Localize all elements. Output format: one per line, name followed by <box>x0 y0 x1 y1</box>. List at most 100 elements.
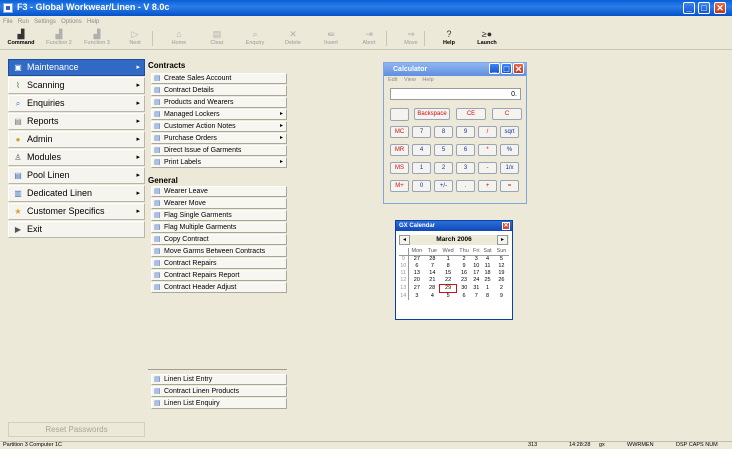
menu-item-customer-action-notes[interactable]: ▤ Customer Action Notes ▸ <box>151 121 287 132</box>
menu-item-flag-multiple-garments[interactable]: ▤ Flag Multiple Garments <box>151 222 287 233</box>
calendar-day[interactable]: 24 <box>471 277 481 285</box>
calendar-day[interactable]: 6 <box>457 293 472 301</box>
menu-options[interactable]: Options <box>61 17 82 27</box>
calendar-day[interactable]: 9 <box>457 263 472 270</box>
menu-settings[interactable]: Settings <box>34 17 56 27</box>
calculator-key-ce[interactable]: CE <box>456 108 486 120</box>
calendar-day[interactable]: 15 <box>439 270 456 277</box>
calculator-window[interactable]: Calculator _ □ ✕ Edit View Help 0. Backs… <box>383 62 527 204</box>
calendar-day[interactable]: 8 <box>481 293 494 301</box>
calendar-day[interactable]: 5 <box>439 293 456 301</box>
menu-item-move-garms-between-contracts[interactable]: ▤ Move Garms Between Contracts <box>151 246 287 257</box>
nav-admin[interactable]: ● Admin ▸ <box>8 131 145 148</box>
calendar-day[interactable]: 2 <box>494 285 509 293</box>
menu-item-contract-details[interactable]: ▤ Contract Details <box>151 85 287 96</box>
calendar-day[interactable]: 12 <box>494 263 509 270</box>
menu-item-copy-contract[interactable]: ▤ Copy Contract <box>151 234 287 245</box>
nav-exit[interactable]: ▶ Exit <box>8 221 145 238</box>
calendar-day[interactable]: 18 <box>481 270 494 277</box>
calculator-maximize-button[interactable]: □ <box>501 63 512 74</box>
nav-dedicated-linen[interactable]: ▥ Dedicated Linen ▸ <box>8 185 145 202</box>
calendar-day[interactable]: 21 <box>425 277 439 285</box>
toolbar-enquiry-button[interactable]: ⌕ Enquiry <box>236 29 274 49</box>
menu-file[interactable]: File <box>3 17 13 27</box>
calculator-menu-help[interactable]: Help <box>422 77 433 83</box>
calendar-day[interactable]: 7 <box>425 263 439 270</box>
calendar-day[interactable]: 19 <box>494 270 509 277</box>
calendar-day[interactable]: 27 <box>408 256 425 264</box>
calculator-key-4[interactable]: 4 <box>412 144 431 156</box>
menu-item-linen-list-entry[interactable]: ▤ Linen List Entry <box>151 374 287 385</box>
menu-item-contract-repairs-report[interactable]: ▤ Contract Repairs Report <box>151 270 287 281</box>
menu-item-linen-list-enquiry[interactable]: ▤ Linen List Enquiry <box>151 398 287 409</box>
calculator-key-op13[interactable]: * <box>478 144 497 156</box>
calendar-day[interactable]: 25 <box>481 277 494 285</box>
calendar-day[interactable]: 3 <box>471 256 481 264</box>
calculator-key-backspace[interactable]: Backspace <box>414 108 450 120</box>
calendar-day[interactable]: 22 <box>439 277 456 285</box>
toolbar-abort-button[interactable]: ⇥ Abort <box>350 29 388 49</box>
calendar-window[interactable]: GX Calendar ✕ ◂ March 2006 ▸ Mon Tue Wed Th… <box>395 220 513 320</box>
nav-maintenance[interactable]: ▣ Maintenance ▸ <box>8 59 145 76</box>
calendar-day[interactable]: 9 <box>494 293 509 301</box>
reset-passwords-button[interactable]: Reset Passwords <box>8 422 145 437</box>
calendar-day[interactable]: 16 <box>457 270 472 277</box>
menu-item-contract-repairs[interactable]: ▤ Contract Repairs <box>151 258 287 269</box>
calculator-menu-view[interactable]: View <box>404 77 416 83</box>
nav-pool-linen[interactable]: ▤ Pool Linen ▸ <box>8 167 145 184</box>
calendar-close-button[interactable]: ✕ <box>502 222 510 230</box>
calculator-key-5[interactable]: 5 <box>434 144 453 156</box>
calculator-key-op7[interactable]: / <box>478 126 497 138</box>
calendar-day[interactable]: 20 <box>408 277 425 285</box>
nav-enquiries[interactable]: ⌕ Enquiries ▸ <box>8 95 145 112</box>
menu-run[interactable]: Run <box>18 17 29 27</box>
toolbar-command-button[interactable]: ▟ Command <box>2 29 40 49</box>
menu-item-wearer-move[interactable]: ▤ Wearer Move <box>151 198 287 209</box>
calendar-prev-button[interactable]: ◂ <box>399 235 410 245</box>
calendar-day[interactable]: 5 <box>494 256 509 264</box>
calendar-day[interactable]: 3 <box>408 293 425 301</box>
calendar-day[interactable]: 1 <box>481 285 494 293</box>
calculator-key-m[interactable]: M+ <box>390 180 409 192</box>
calendar-day[interactable]: 4 <box>481 256 494 264</box>
title-bar[interactable]: F3 - Global Workwear/Linen - V 8.0c _ □ … <box>0 0 732 16</box>
calculator-key-7[interactable]: 7 <box>412 126 431 138</box>
calendar-day[interactable]: 27 <box>408 285 425 293</box>
calculator-key-8[interactable]: 8 <box>434 126 453 138</box>
menu-item-products-and-wearers[interactable]: ▤ Products and Wearers <box>151 97 287 108</box>
menu-item-contract-header-adjust[interactable]: ▤ Contract Header Adjust <box>151 282 287 293</box>
nav-reports[interactable]: ▤ Reports ▸ <box>8 113 145 130</box>
calendar-day[interactable]: 7 <box>471 293 481 301</box>
calendar-title-bar[interactable]: GX Calendar ✕ <box>396 221 512 231</box>
calendar-day[interactable]: 4 <box>425 293 439 301</box>
calendar-day[interactable]: 28 <box>425 285 439 293</box>
calculator-key-mc[interactable]: MC <box>390 126 409 138</box>
toolbar-clear-button[interactable]: ▤ Clear <box>198 29 236 49</box>
calendar-day[interactable]: 11 <box>481 263 494 270</box>
calendar-day[interactable]: 17 <box>471 270 481 277</box>
menu-item-contract-linen-products[interactable]: ▤ Contract Linen Products <box>151 386 287 397</box>
calendar-day[interactable]: 1 <box>439 256 456 264</box>
calendar-day[interactable]: 6 <box>408 263 425 270</box>
calculator-key-3[interactable]: 3 <box>456 162 475 174</box>
calculator-key-1-x[interactable]: 1/x <box>500 162 519 174</box>
calculator-key-c[interactable]: C <box>492 108 522 120</box>
calendar-day[interactable]: 13 <box>408 270 425 277</box>
calculator-key-9[interactable]: 9 <box>456 126 475 138</box>
maximize-button[interactable]: □ <box>698 2 710 14</box>
toolbar-function-3-button[interactable]: ▟ Function 3 <box>78 29 116 49</box>
menu-item-print-labels[interactable]: ▤ Print Labels ▸ <box>151 157 287 168</box>
calculator-menu-edit[interactable]: Edit <box>388 77 397 83</box>
menu-item-purchase-orders[interactable]: ▤ Purchase Orders ▸ <box>151 133 287 144</box>
menu-item-managed-lockers[interactable]: ▤ Managed Lockers ▸ <box>151 109 287 120</box>
calculator-key-ms[interactable]: MS <box>390 162 409 174</box>
calendar-day[interactable]: 23 <box>457 277 472 285</box>
calculator-key-6[interactable]: 6 <box>456 144 475 156</box>
calendar-day[interactable]: 28 <box>425 256 439 264</box>
menu-help[interactable]: Help <box>87 17 99 27</box>
menu-item-direct-issue-of-garments[interactable]: ▤ Direct Issue of Garments <box>151 145 287 156</box>
calculator-minimize-button[interactable]: _ <box>489 63 500 74</box>
toolbar-insert-button[interactable]: ⇚ Insert <box>312 29 350 49</box>
calendar-day[interactable]: 14 <box>425 270 439 277</box>
calculator-key-1[interactable]: 1 <box>412 162 431 174</box>
